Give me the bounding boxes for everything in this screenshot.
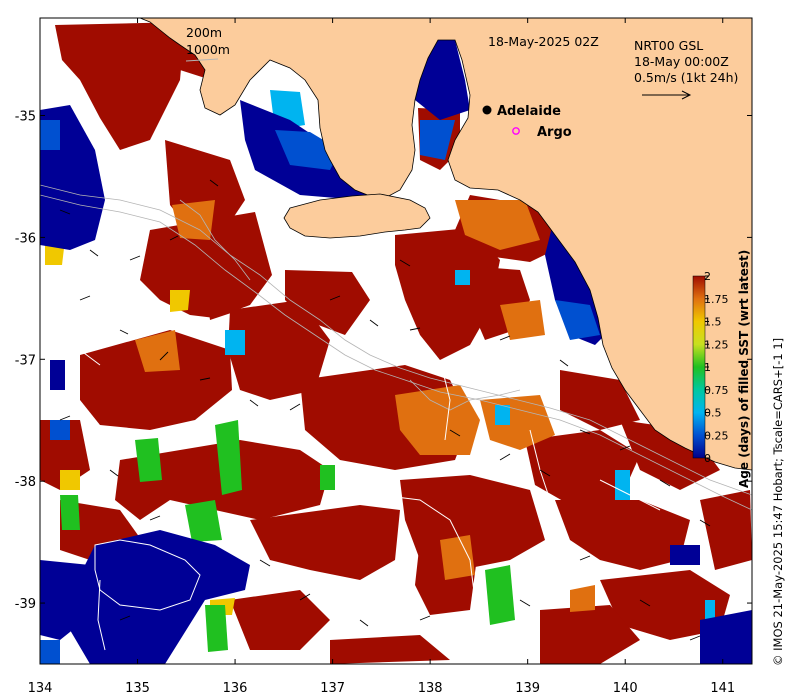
colorbar-tick-label: 0 [704, 452, 711, 465]
sst-age-map-figure: Adelaide Argo 200m 1000m 18-May-2025 02Z… [15, 17, 785, 696]
colorbar-tick-label: 0.5 [704, 407, 722, 420]
x-tick-label: 135 [125, 681, 150, 696]
x-tick-label: 134 [28, 681, 53, 696]
x-tick-label: 138 [418, 681, 443, 696]
x-tick-label: 136 [223, 681, 248, 696]
current-product-label: NRT00 GSL [634, 38, 703, 53]
adelaide-marker [482, 105, 492, 115]
x-tick-label: 139 [515, 681, 540, 696]
y-tick-label: -35 [15, 110, 36, 125]
contour-legend-1000m: 1000m [186, 42, 230, 57]
colorbar-tick-label: 1 [704, 361, 711, 374]
current-time-label: 18-May 00:00Z [634, 54, 729, 69]
colorbar-tick-label: 0.25 [704, 429, 729, 442]
colorbar-tick-label: 0.75 [704, 384, 729, 397]
x-tick-label: 140 [613, 681, 638, 696]
map-plot-area: Adelaide Argo 200m 1000m 18-May-2025 02Z… [40, 18, 752, 664]
x-tick-label: 141 [710, 681, 735, 696]
colorbar-tick-label: 2 [704, 270, 711, 283]
colorbar-label: Age (days) of filled SST (wrt latest) [737, 250, 751, 488]
map-timestamp: 18-May-2025 02Z [488, 34, 599, 49]
adelaide-label: Adelaide [497, 104, 561, 119]
y-tick-label: -36 [15, 231, 36, 246]
y-tick-label: -37 [15, 353, 36, 368]
colorbar-tick-label: 1.75 [704, 293, 729, 306]
contour-legend-200m: 200m [186, 25, 222, 40]
colorbar-tick-label: 1.25 [704, 338, 729, 351]
current-scale-label: 0.5m/s (1kt 24h) [634, 70, 738, 85]
argo-label: Argo [537, 125, 572, 140]
imos-credit: © IMOS 21-May-2025 15:47 Hobart; Tscale=… [771, 338, 785, 666]
y-tick-label: -39 [15, 597, 36, 612]
x-tick-label: 137 [320, 681, 345, 696]
y-tick-label: -38 [15, 475, 36, 490]
colorbar-tick-label: 1.5 [704, 316, 722, 329]
